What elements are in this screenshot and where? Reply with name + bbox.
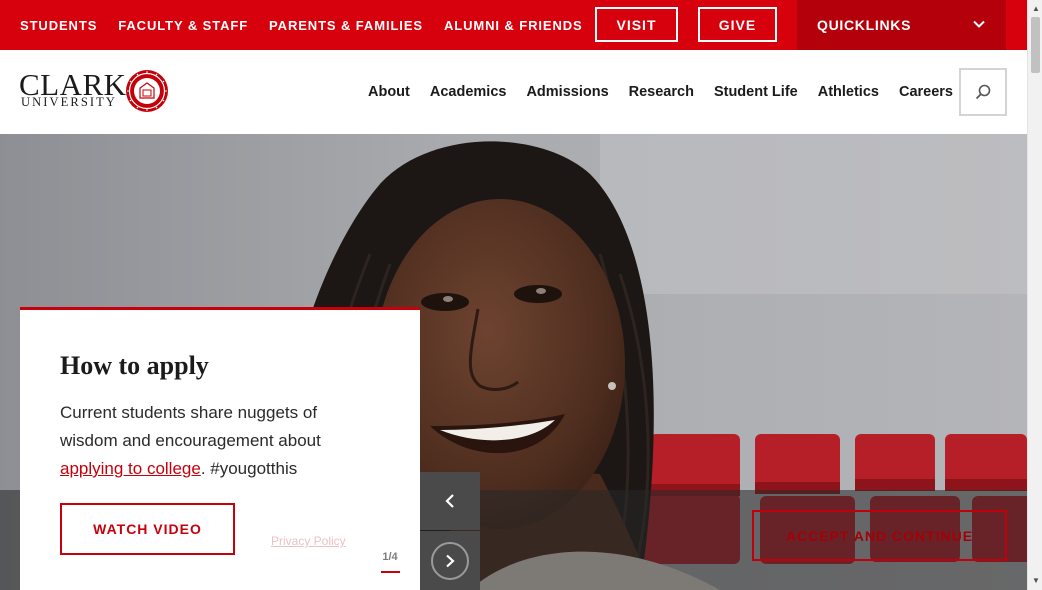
site-header: CLARK UNIVERSITY About Academics Admissi…: [0, 50, 1027, 134]
slide-pager: 1/4: [382, 551, 398, 563]
clark-university-logo[interactable]: CLARK UNIVERSITY: [19, 69, 169, 115]
nav-item-admissions[interactable]: Admissions: [526, 84, 608, 100]
slide-pager-indicator: [381, 571, 400, 573]
nav-item-academics[interactable]: Academics: [430, 84, 507, 100]
audience-link-faculty-staff[interactable]: FACULTY & STAFF: [118, 18, 248, 33]
give-button[interactable]: GIVE: [698, 7, 777, 42]
nav-item-research[interactable]: Research: [629, 84, 694, 100]
search-icon: [975, 84, 991, 100]
chevron-down-icon: [973, 20, 985, 28]
slide-title: How to apply: [60, 351, 209, 380]
main-nav: About Academics Admissions Research Stud…: [358, 50, 963, 134]
utility-bar: STUDENTS FACULTY & STAFF PARENTS & FAMIL…: [0, 0, 1027, 50]
logo-wordmark-secondary: UNIVERSITY: [21, 95, 117, 109]
visit-button[interactable]: VISIT: [595, 7, 678, 42]
nav-item-student-life[interactable]: Student Life: [714, 84, 798, 100]
audience-link-alumni-friends[interactable]: ALUMNI & FRIENDS: [444, 18, 583, 33]
page-scrollbar[interactable]: ▲ ▼: [1027, 0, 1042, 590]
university-seal-icon: [126, 70, 168, 112]
watch-video-button[interactable]: WATCH VIDEO: [60, 503, 235, 555]
scroll-down-arrow-icon[interactable]: ▼: [1032, 576, 1040, 585]
next-slide-ring: [431, 541, 469, 580]
quicklinks-label: QUICKLINKS: [817, 17, 912, 33]
slide-card: How to apply Current students share nugg…: [20, 307, 420, 590]
chevron-left-icon: [445, 494, 454, 508]
nav-item-about[interactable]: About: [368, 84, 410, 100]
previous-slide-button[interactable]: [420, 472, 480, 530]
quicklinks-dropdown[interactable]: QUICKLINKS: [797, 0, 1006, 50]
nav-item-careers[interactable]: Careers: [899, 84, 953, 100]
chevron-right-icon: [446, 554, 455, 567]
nav-item-athletics[interactable]: Athletics: [818, 84, 879, 100]
slide-description-text: Current students share nuggets of wisdom…: [60, 403, 321, 450]
next-slide-button[interactable]: [420, 531, 480, 590]
audience-link-students[interactable]: STUDENTS: [20, 18, 97, 33]
applying-to-college-link[interactable]: applying to college: [60, 459, 201, 478]
scroll-up-arrow-icon[interactable]: ▲: [1032, 4, 1040, 13]
search-button[interactable]: [959, 68, 1007, 116]
slide-description: Current students share nuggets of wisdom…: [60, 399, 360, 483]
privacy-policy-link[interactable]: Privacy Policy: [271, 534, 346, 548]
accept-and-continue-button[interactable]: ACCEPT AND CONTINUE: [752, 510, 1007, 561]
audience-link-parents-families[interactable]: PARENTS & FAMILIES: [269, 18, 423, 33]
scrollbar-thumb[interactable]: [1031, 17, 1040, 73]
slide-description-hashtag: . #yougotthis: [200, 459, 298, 478]
audience-nav: STUDENTS FACULTY & STAFF PARENTS & FAMIL…: [20, 0, 604, 50]
